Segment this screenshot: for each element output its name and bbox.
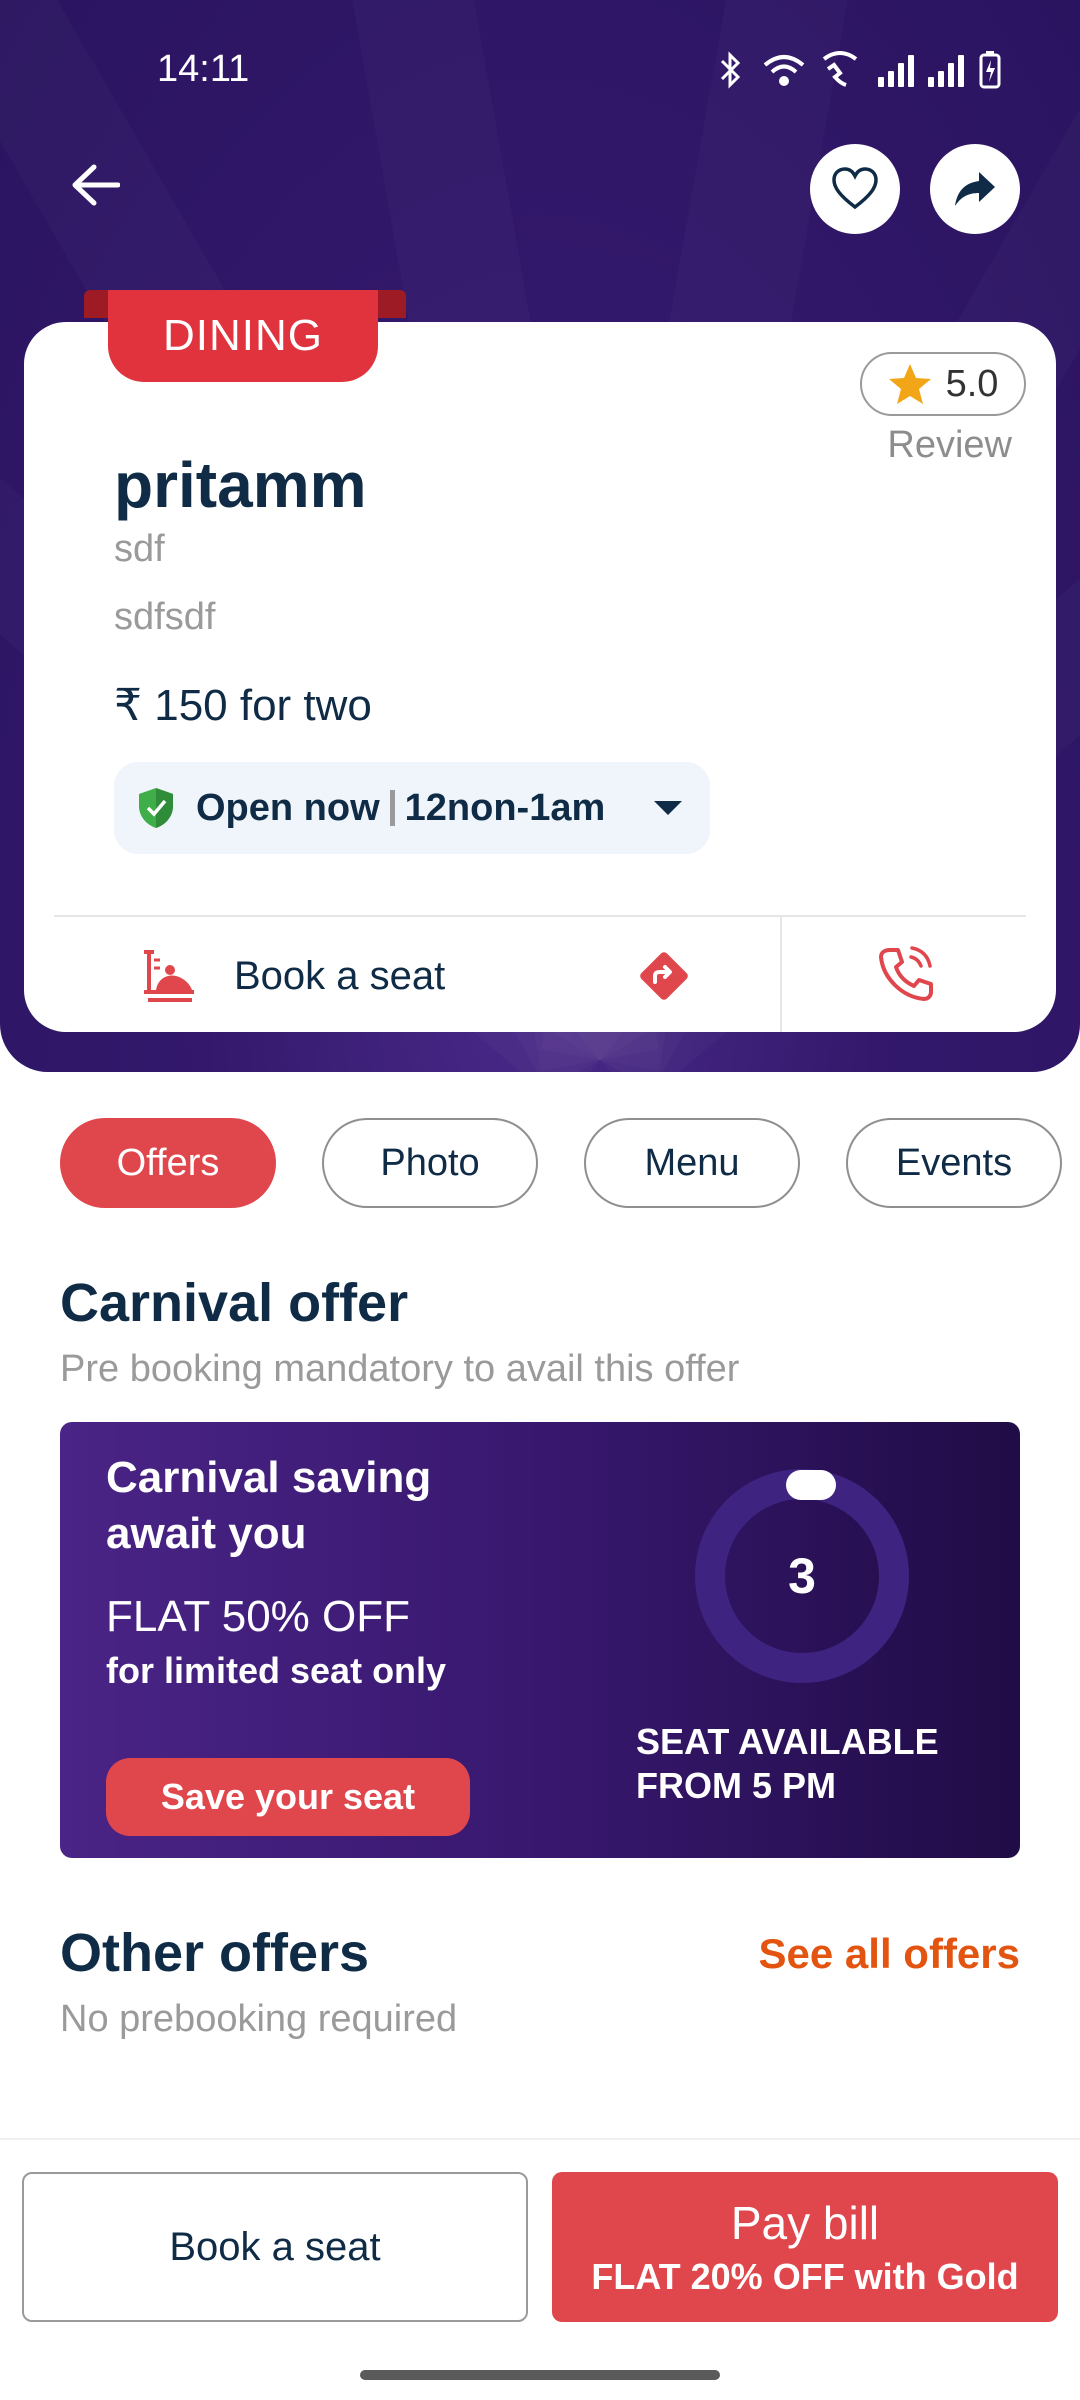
wifi-icon xyxy=(763,55,805,86)
other-offers-title: Other offers xyxy=(60,1923,370,1983)
pay-bill-label: Pay bill xyxy=(730,2197,880,2249)
tab-offers[interactable]: Offers xyxy=(60,1118,276,1208)
heart-icon xyxy=(832,167,878,210)
tab-events[interactable]: Events xyxy=(846,1118,1062,1208)
back-arrow-icon xyxy=(72,164,120,206)
status-bar: 14:11 xyxy=(0,0,1080,140)
hours-separator xyxy=(389,790,395,826)
book-seat-button[interactable]: Book a seat xyxy=(22,2172,528,2322)
chevron-down-icon xyxy=(654,801,682,815)
category-ribbon: DINING xyxy=(108,290,378,382)
phone-icon[interactable] xyxy=(878,944,934,1004)
seat-availability: SEAT AVAILABLE FROM 5 PM xyxy=(636,1721,939,1806)
review-link[interactable]: Review xyxy=(887,424,1012,467)
home-indicator[interactable] xyxy=(360,2370,720,2380)
card-divider xyxy=(54,915,1026,917)
tab-photo[interactable]: Photo xyxy=(322,1118,538,1208)
book-seat-label: Book a seat xyxy=(234,953,446,998)
card-divider-vertical xyxy=(780,915,782,1032)
section-tabs: Offers Photo Menu Events xyxy=(60,1118,1062,1208)
promo-limit: for limited seat only xyxy=(106,1650,447,1691)
status-icons xyxy=(714,48,1002,92)
venue-line-2: sdfsdf xyxy=(114,596,216,638)
battery-icon xyxy=(979,51,1001,89)
signal-icon-1 xyxy=(878,53,914,87)
wifi-calling-icon xyxy=(822,51,858,87)
status-time: 14:11 xyxy=(157,48,250,90)
share-icon xyxy=(955,172,995,206)
rating-value: 5.0 xyxy=(945,362,999,405)
shield-check-icon xyxy=(139,788,173,828)
open-status: Open now xyxy=(196,786,380,829)
venue-line-1: sdf xyxy=(114,528,165,570)
directions-icon[interactable] xyxy=(636,948,692,1004)
venue-name: pritamm xyxy=(114,449,367,521)
venue-price: ₹ 150 for two xyxy=(114,681,372,730)
see-all-offers-link[interactable]: See all offers xyxy=(759,1930,1020,1978)
star-icon xyxy=(888,364,931,404)
tab-menu[interactable]: Menu xyxy=(584,1118,800,1208)
save-seat-button[interactable]: Save your seat xyxy=(106,1758,470,1836)
promo-discount: FLAT 50% OFF xyxy=(106,1592,411,1641)
bluetooth-icon xyxy=(720,51,741,89)
carnival-offer-title: Carnival offer xyxy=(60,1273,409,1333)
promo-headline: Carnival saving await you xyxy=(106,1453,432,1558)
seat-icon xyxy=(144,950,194,1002)
favorite-button[interactable] xyxy=(810,144,900,234)
back-button[interactable] xyxy=(60,150,130,220)
bottom-action-bar: Book a seat Pay bill FLAT 20% OFF with G… xyxy=(0,2138,1080,2400)
other-offers-subtitle: No prebooking required xyxy=(60,1998,458,2040)
carnival-offer-card[interactable]: Carnival saving await you FLAT 50% OFF f… xyxy=(60,1422,1020,1858)
opening-hours: 12non-1am xyxy=(404,786,606,829)
hours-dropdown[interactable]: Open now 12non-1am xyxy=(114,762,710,854)
book-seat-action[interactable]: Book a seat xyxy=(140,940,445,1012)
seat-count: 3 xyxy=(788,1548,816,1604)
pay-bill-button[interactable]: Pay bill FLAT 20% OFF with Gold xyxy=(552,2172,1058,2322)
carnival-offer-subtitle: Pre booking mandatory to avail this offe… xyxy=(60,1348,740,1390)
signal-icon-2 xyxy=(928,53,964,87)
pay-bill-offer: FLAT 20% OFF with Gold xyxy=(591,2256,1019,2297)
rating-badge[interactable]: 5.0 xyxy=(860,352,1026,416)
share-button[interactable] xyxy=(930,144,1020,234)
